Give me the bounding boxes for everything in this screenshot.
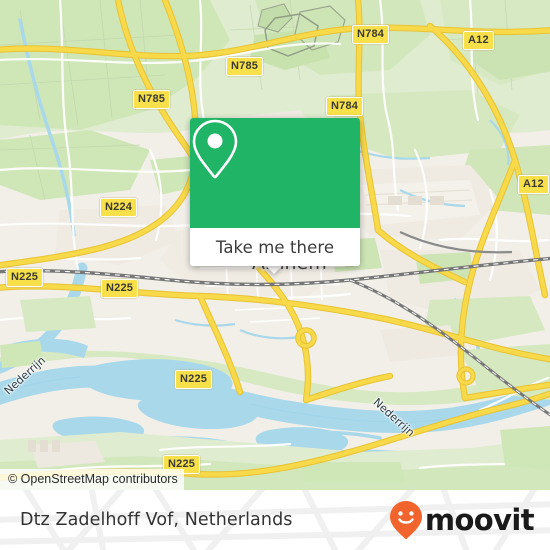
road-shield-a12-right[interactable]: A12 (518, 175, 549, 194)
road-shield-n784-top[interactable]: N784 (352, 25, 390, 44)
map-canvas[interactable]: Arnhem Nederrijn Nederrijn N784 A12 N785… (0, 0, 550, 490)
popup-card-tail (265, 265, 283, 274)
moovit-brand[interactable]: moovit (389, 500, 535, 540)
road-shield-n224[interactable]: N224 (100, 198, 138, 217)
road-shield-n225-mid[interactable]: N225 (175, 370, 213, 389)
map-screenshot: Arnhem Nederrijn Nederrijn N784 A12 N785… (0, 0, 550, 550)
road-shield-n785-center[interactable]: N785 (226, 57, 264, 76)
road-shield-n225-far-left[interactable]: N225 (6, 268, 44, 287)
popup-card-header (190, 118, 360, 228)
road-shield-n784-mid[interactable]: N784 (326, 97, 364, 116)
road-shield-n225-left[interactable]: N225 (101, 279, 139, 298)
take-me-there-label: Take me there (215, 237, 335, 257)
bottom-info-bar: Dtz Zadelhoff Vof, Netherlands moovit (0, 490, 550, 550)
popup-card[interactable]: Take me there (190, 118, 360, 266)
location-pin-icon (192, 119, 238, 179)
moovit-smiley-pin-icon (389, 501, 422, 540)
popup-card-action[interactable]: Take me there (190, 228, 360, 266)
road-shield-n785-left[interactable]: N785 (133, 90, 171, 109)
moovit-wordmark: moovit (424, 502, 535, 537)
road-shield-a12-top[interactable]: A12 (463, 31, 494, 50)
osm-attribution[interactable]: © OpenStreetMap contributors (0, 469, 184, 490)
place-title: Dtz Zadelhoff Vof, Netherlands (20, 510, 293, 530)
